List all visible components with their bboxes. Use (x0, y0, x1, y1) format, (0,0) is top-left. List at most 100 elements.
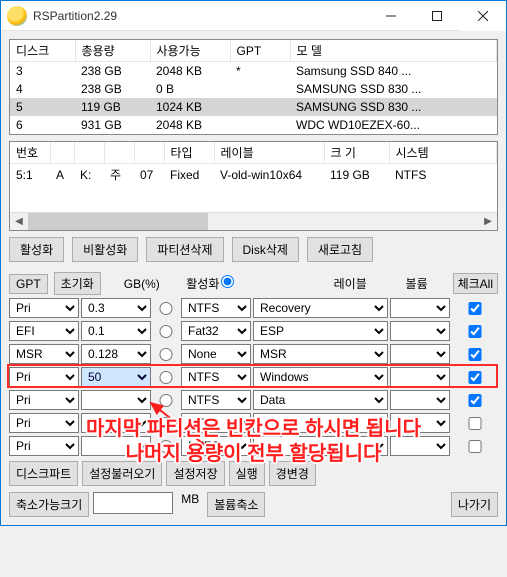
partition-type-select[interactable]: Pri (9, 367, 79, 387)
config-save-button[interactable]: 설정저장 (166, 461, 224, 486)
filesystem-select[interactable]: NTFS (181, 298, 251, 318)
gb-select[interactable] (81, 390, 151, 410)
scroll-track[interactable] (28, 213, 479, 230)
row-checkbox[interactable] (460, 440, 490, 453)
filesystem-select[interactable]: NTFS (181, 367, 251, 387)
scroll-left-icon[interactable]: ◀ (10, 213, 28, 230)
row-checkbox[interactable] (460, 394, 490, 407)
shrink-size-input[interactable] (93, 492, 173, 514)
volume-select[interactable] (390, 413, 450, 433)
row-checkbox[interactable] (460, 371, 490, 384)
disk-col-header[interactable]: 디스크 (10, 40, 75, 62)
label-select[interactable] (253, 436, 388, 456)
partition-type-select[interactable]: Pri (9, 413, 79, 433)
scroll-right-icon[interactable]: ▶ (479, 213, 497, 230)
activate-button[interactable]: 활성화 (9, 237, 64, 262)
diskpart-button[interactable]: 디스크파트 (9, 461, 78, 486)
run-button[interactable]: 실행 (229, 461, 265, 486)
horizontal-scrollbar[interactable]: ◀ ▶ (10, 212, 497, 230)
maximize-button[interactable] (414, 1, 460, 31)
disk-row[interactable]: 6931 GB2048 KBWDC WD10EZEX-60... (10, 116, 497, 134)
volume-select[interactable] (390, 321, 450, 341)
partition-type-select[interactable]: EFI (9, 321, 79, 341)
label-select[interactable]: MSR (253, 344, 388, 364)
label-select[interactable]: ESP (253, 321, 388, 341)
filesystem-select[interactable]: NTFS (181, 390, 251, 410)
config-area: GPT 초기화 GB(%) 활성화 레이블 볼륨 체크All Pri0.3NTF… (9, 272, 498, 517)
label-select[interactable]: Data (253, 390, 388, 410)
disk-col-header[interactable]: 사용가능 (150, 40, 230, 62)
filesystem-select[interactable]: NTFS (181, 413, 251, 433)
scroll-thumb[interactable] (28, 213, 208, 230)
activate-radio[interactable] (156, 302, 176, 315)
activate-radio[interactable] (156, 348, 176, 361)
gb-select[interactable] (81, 436, 151, 456)
disk-col-header[interactable]: 모 델 (290, 40, 497, 62)
delete-partition-button[interactable]: 파티션삭제 (146, 237, 223, 262)
part-col-header[interactable]: 레이블 (214, 142, 324, 164)
filesystem-select[interactable]: NTFS (181, 436, 251, 456)
close-button[interactable] (460, 1, 506, 31)
deactivate-button[interactable]: 비활성화 (72, 237, 138, 262)
volume-select[interactable] (390, 390, 450, 410)
disk-table[interactable]: 디스크총용량사용가능GPT모 델 3238 GB2048 KB*Samsung … (10, 40, 497, 134)
disk-row[interactable]: 3238 GB2048 KB*Samsung SSD 840 ... (10, 62, 497, 81)
volume-select[interactable] (390, 436, 450, 456)
disk-row[interactable]: 4238 GB0 BSAMSUNG SSD 830 ... (10, 80, 497, 98)
config-row: Pri NTFS (9, 412, 498, 434)
init-button[interactable]: 초기화 (54, 272, 101, 295)
row-checkbox[interactable] (460, 325, 490, 338)
gpt-button[interactable]: GPT (9, 274, 48, 294)
activate-radio[interactable] (156, 440, 176, 453)
partition-type-select[interactable]: Pri (9, 436, 79, 456)
gb-select[interactable]: 0.3 (81, 298, 151, 318)
activate-radio[interactable] (156, 417, 176, 430)
gb-select[interactable] (81, 413, 151, 433)
exit-button[interactable]: 나가기 (451, 492, 498, 517)
part-col-header[interactable] (134, 142, 164, 164)
volume-select[interactable] (390, 298, 450, 318)
part-col-header[interactable]: 번호 (10, 142, 50, 164)
activate-radio[interactable] (156, 325, 176, 338)
activate-radio[interactable] (156, 394, 176, 407)
label-select[interactable] (253, 413, 388, 433)
part-col-header[interactable]: 타입 (164, 142, 214, 164)
row-checkbox[interactable] (460, 348, 490, 361)
config-row: Pri NTFS (9, 435, 498, 457)
part-col-header[interactable] (104, 142, 134, 164)
activate-header-radio[interactable] (221, 275, 234, 288)
config-row: Pri NTFSData (9, 389, 498, 411)
partition-type-select[interactable]: Pri (9, 298, 79, 318)
label-select[interactable]: Windows (253, 367, 388, 387)
label-select[interactable]: Recovery (253, 298, 388, 318)
refresh-button[interactable]: 새로고침 (307, 237, 373, 262)
shrink-button[interactable]: 볼륨축소 (207, 492, 265, 517)
activate-radio[interactable] (156, 371, 176, 384)
part-col-header[interactable]: 크 기 (324, 142, 389, 164)
disk-row[interactable]: 5119 GB1024 KBSAMSUNG SSD 830 ... (10, 98, 497, 116)
partition-table[interactable]: 번호 타입레이블크 기시스템 5:1AK:주07FixedV-old-win10x… (10, 142, 497, 185)
disk-col-header[interactable]: 총용량 (75, 40, 150, 62)
partition-row[interactable]: 5:1AK:주07FixedV-old-win10x64119 GBNTFS (10, 164, 497, 186)
filesystem-select[interactable]: None (181, 344, 251, 364)
partition-type-select[interactable]: Pri (9, 390, 79, 410)
shrinkable-button[interactable]: 축소가능크기 (9, 492, 89, 517)
part-col-header[interactable]: 시스템 (389, 142, 497, 164)
filesystem-select[interactable]: Fat32 (181, 321, 251, 341)
volume-select[interactable] (390, 344, 450, 364)
row-checkbox[interactable] (460, 302, 490, 315)
volume-select[interactable] (390, 367, 450, 387)
gb-select[interactable]: 0.1 (81, 321, 151, 341)
change-drive-button[interactable]: 경변경 (269, 461, 316, 486)
gb-select[interactable]: 50 (81, 367, 151, 387)
part-col-header[interactable] (74, 142, 104, 164)
partition-type-select[interactable]: MSR (9, 344, 79, 364)
row-checkbox[interactable] (460, 417, 490, 430)
minimize-button[interactable] (368, 1, 414, 31)
check-all-button[interactable]: 체크All (453, 273, 498, 294)
config-load-button[interactable]: 설정불러오기 (82, 461, 162, 486)
part-col-header[interactable] (50, 142, 74, 164)
delete-disk-button[interactable]: Disk삭제 (232, 237, 299, 262)
disk-col-header[interactable]: GPT (230, 40, 290, 62)
gb-select[interactable]: 0.128 (81, 344, 151, 364)
